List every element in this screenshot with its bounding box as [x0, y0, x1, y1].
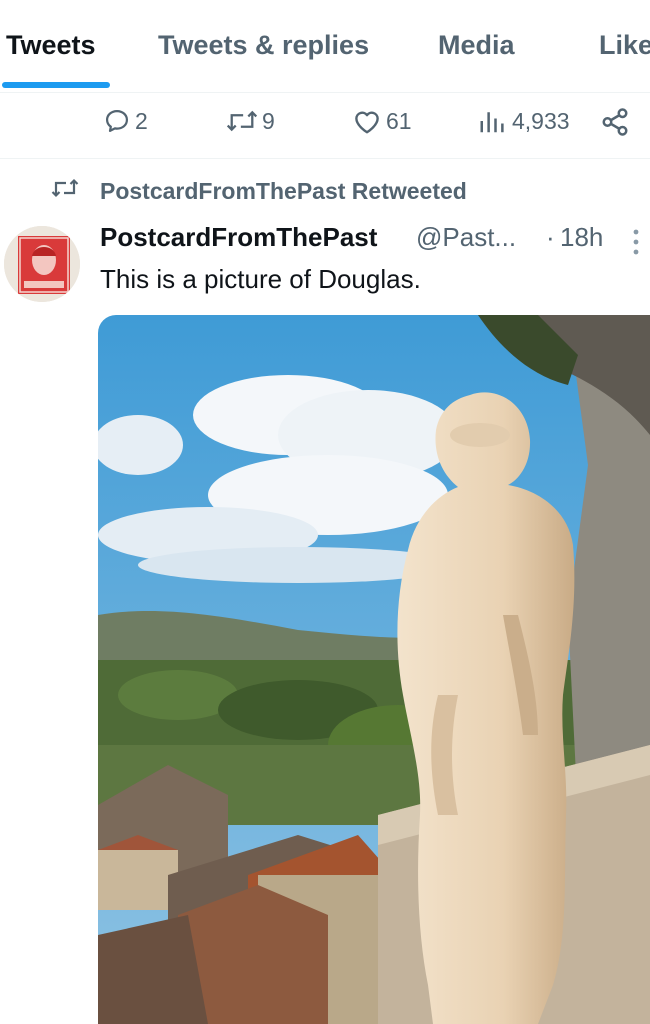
author-handle[interactable]: @Past...: [416, 222, 516, 253]
tweet-media-image[interactable]: [98, 315, 650, 1024]
author-name[interactable]: PostcardFromThePast: [100, 222, 377, 253]
retweet-button[interactable]: 9: [226, 107, 275, 135]
like-count: 61: [386, 107, 412, 134]
profile-tabs: Tweets Tweets & replies Media Like: [0, 0, 650, 93]
tab-likes[interactable]: Like: [599, 30, 650, 61]
tweet-timestamp[interactable]: 18h: [560, 222, 603, 253]
separator-dot: ·: [546, 222, 555, 252]
retweet-icon: [226, 107, 258, 135]
tab-tweets[interactable]: Tweets: [6, 30, 96, 61]
like-button[interactable]: 61: [352, 107, 412, 135]
retweet-context-label[interactable]: PostcardFromThePast Retweeted: [100, 178, 467, 205]
avatar[interactable]: [4, 226, 80, 302]
tab-tweets-and-replies[interactable]: Tweets & replies: [158, 30, 369, 61]
reply-button[interactable]: 2: [103, 107, 148, 135]
retweet-count: 9: [262, 107, 275, 134]
tweet-header: PostcardFromThePast @Past... · 18h: [100, 222, 620, 256]
views-icon: [478, 107, 508, 135]
reply-icon: [103, 107, 131, 135]
views-button[interactable]: 4,933: [478, 107, 570, 135]
active-tab-indicator: [2, 82, 110, 88]
more-vertical-icon: [630, 229, 642, 262]
tab-media[interactable]: Media: [438, 30, 515, 61]
retweet-icon: [50, 176, 80, 206]
like-icon: [352, 107, 382, 135]
retweet-context: PostcardFromThePast Retweeted: [50, 176, 467, 206]
reply-count: 2: [135, 107, 148, 134]
views-count: 4,933: [512, 107, 570, 134]
more-options-button[interactable]: [630, 226, 642, 263]
tweet-action-bar: 2 9 61 4,933: [0, 92, 650, 159]
share-button[interactable]: [600, 107, 630, 137]
tweet-text: This is a picture of Douglas.: [100, 264, 421, 294]
share-icon: [600, 107, 630, 137]
